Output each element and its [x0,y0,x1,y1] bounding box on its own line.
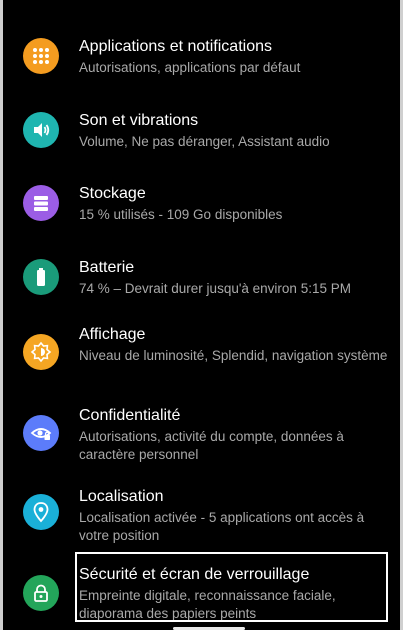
storage-icon [23,185,59,221]
location-pin-icon [23,494,59,530]
settings-list: Applications et notifications Autorisati… [3,0,400,630]
item-title: Localisation [79,488,164,505]
item-subtitle: 74 % – Devrait durer jusqu'à environ 5:1… [79,281,351,296]
speaker-icon [23,112,59,148]
item-title: Sécurité et écran de verrouillage [79,566,310,583]
item-title: Confidentialité [79,407,181,424]
settings-item-storage[interactable]: Stockage 15 % utilisés - 109 Go disponib… [3,173,400,235]
settings-item-security[interactable]: Sécurité et écran de verrouillage Emprei… [3,555,400,623]
settings-item-sound[interactable]: Son et vibrations Volume, Ne pas dérange… [3,100,400,162]
lock-icon [23,575,59,611]
settings-item-battery[interactable]: Batterie 74 % – Devrait durer jusqu'à en… [3,247,400,309]
item-subtitle: Niveau de luminosité, Splendid, navigati… [79,348,388,363]
battery-icon [23,259,59,295]
apps-grid-icon [23,38,59,74]
item-title: Son et vibrations [79,112,199,129]
item-title: Applications et notifications [79,38,272,55]
settings-item-display[interactable]: Affichage Niveau de luminosité, Splendid… [3,314,400,394]
settings-item-apps[interactable]: Applications et notifications Autorisati… [3,26,400,88]
item-title: Batterie [79,259,135,276]
item-subtitle: Autorisations, applications par défaut [79,60,301,75]
settings-item-location[interactable]: Localisation Localisation activée - 5 ap… [3,476,400,554]
item-subtitle: Volume, Ne pas déranger, Assistant audio [79,134,330,149]
item-subtitle: 15 % utilisés - 109 Go disponibles [79,207,283,222]
brightness-icon [23,334,59,370]
item-subtitle: Empreinte digitale, reconnaissance facia… [79,588,336,621]
settings-item-privacy[interactable]: Confidentialité Autorisations, activité … [3,395,400,475]
item-subtitle: Autorisations, activité du compte, donné… [79,429,344,462]
item-subtitle: Localisation activée - 5 applications on… [79,510,365,543]
item-title: Stockage [79,185,146,202]
item-title: Affichage [79,326,146,343]
privacy-eye-icon [23,415,59,451]
